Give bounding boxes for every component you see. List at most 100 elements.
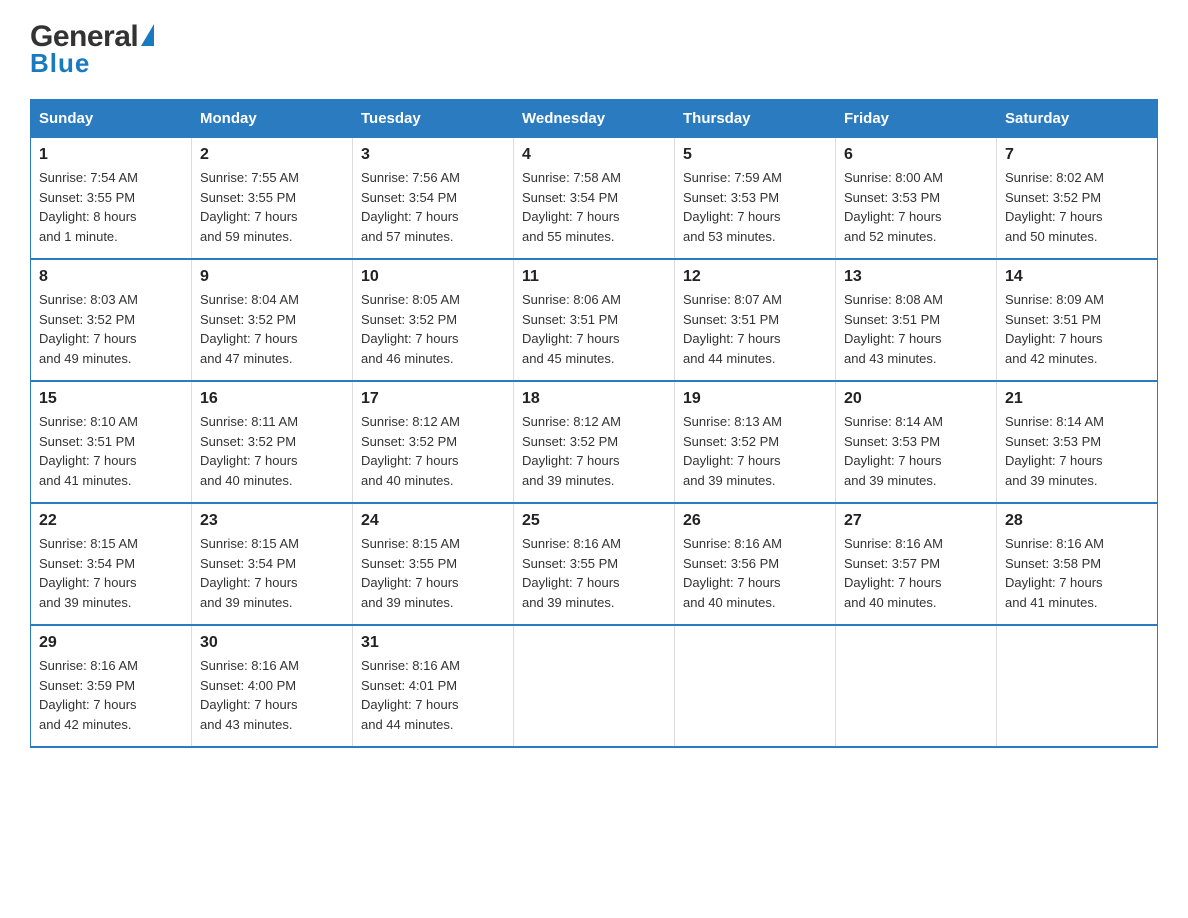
calendar-cell: 25 Sunrise: 8:16 AMSunset: 3:55 PMDaylig… [514, 503, 675, 625]
day-info: Sunrise: 8:11 AMSunset: 3:52 PMDaylight:… [200, 412, 344, 490]
day-number: 5 [683, 146, 827, 164]
calendar-cell: 19 Sunrise: 8:13 AMSunset: 3:52 PMDaylig… [675, 381, 836, 503]
logo-blue-text: Blue [30, 48, 90, 79]
calendar-cell: 13 Sunrise: 8:08 AMSunset: 3:51 PMDaylig… [836, 259, 997, 381]
calendar-cell: 27 Sunrise: 8:16 AMSunset: 3:57 PMDaylig… [836, 503, 997, 625]
calendar-cell: 31 Sunrise: 8:16 AMSunset: 4:01 PMDaylig… [353, 625, 514, 747]
day-info: Sunrise: 8:16 AMSunset: 3:59 PMDaylight:… [39, 656, 183, 734]
day-info: Sunrise: 8:07 AMSunset: 3:51 PMDaylight:… [683, 290, 827, 368]
calendar-cell: 17 Sunrise: 8:12 AMSunset: 3:52 PMDaylig… [353, 381, 514, 503]
calendar-cell: 24 Sunrise: 8:15 AMSunset: 3:55 PMDaylig… [353, 503, 514, 625]
calendar-cell: 5 Sunrise: 7:59 AMSunset: 3:53 PMDayligh… [675, 138, 836, 260]
column-header-saturday: Saturday [997, 100, 1158, 138]
calendar-cell: 28 Sunrise: 8:16 AMSunset: 3:58 PMDaylig… [997, 503, 1158, 625]
day-info: Sunrise: 8:12 AMSunset: 3:52 PMDaylight:… [361, 412, 505, 490]
day-number: 13 [844, 268, 988, 286]
day-info: Sunrise: 7:59 AMSunset: 3:53 PMDaylight:… [683, 168, 827, 246]
day-number: 2 [200, 146, 344, 164]
day-number: 16 [200, 390, 344, 408]
day-number: 6 [844, 146, 988, 164]
calendar-cell: 8 Sunrise: 8:03 AMSunset: 3:52 PMDayligh… [31, 259, 192, 381]
day-info: Sunrise: 8:04 AMSunset: 3:52 PMDaylight:… [200, 290, 344, 368]
calendar-week-row: 29 Sunrise: 8:16 AMSunset: 3:59 PMDaylig… [31, 625, 1158, 747]
calendar-cell: 10 Sunrise: 8:05 AMSunset: 3:52 PMDaylig… [353, 259, 514, 381]
calendar-cell: 18 Sunrise: 8:12 AMSunset: 3:52 PMDaylig… [514, 381, 675, 503]
day-number: 18 [522, 390, 666, 408]
calendar-cell: 1 Sunrise: 7:54 AMSunset: 3:55 PMDayligh… [31, 138, 192, 260]
calendar-cell: 14 Sunrise: 8:09 AMSunset: 3:51 PMDaylig… [997, 259, 1158, 381]
day-info: Sunrise: 8:16 AMSunset: 3:58 PMDaylight:… [1005, 534, 1149, 612]
calendar-cell [675, 625, 836, 747]
day-number: 24 [361, 512, 505, 530]
day-number: 3 [361, 146, 505, 164]
day-info: Sunrise: 8:16 AMSunset: 3:55 PMDaylight:… [522, 534, 666, 612]
calendar-cell [514, 625, 675, 747]
day-number: 14 [1005, 268, 1149, 286]
day-info: Sunrise: 8:16 AMSunset: 3:57 PMDaylight:… [844, 534, 988, 612]
day-number: 25 [522, 512, 666, 530]
day-info: Sunrise: 8:03 AMSunset: 3:52 PMDaylight:… [39, 290, 183, 368]
day-info: Sunrise: 7:58 AMSunset: 3:54 PMDaylight:… [522, 168, 666, 246]
day-info: Sunrise: 8:09 AMSunset: 3:51 PMDaylight:… [1005, 290, 1149, 368]
calendar-cell: 2 Sunrise: 7:55 AMSunset: 3:55 PMDayligh… [192, 138, 353, 260]
day-number: 26 [683, 512, 827, 530]
day-number: 28 [1005, 512, 1149, 530]
calendar-cell: 22 Sunrise: 8:15 AMSunset: 3:54 PMDaylig… [31, 503, 192, 625]
day-info: Sunrise: 8:05 AMSunset: 3:52 PMDaylight:… [361, 290, 505, 368]
calendar-cell: 9 Sunrise: 8:04 AMSunset: 3:52 PMDayligh… [192, 259, 353, 381]
calendar-cell: 20 Sunrise: 8:14 AMSunset: 3:53 PMDaylig… [836, 381, 997, 503]
day-info: Sunrise: 8:15 AMSunset: 3:54 PMDaylight:… [200, 534, 344, 612]
day-number: 1 [39, 146, 183, 164]
day-info: Sunrise: 7:54 AMSunset: 3:55 PMDaylight:… [39, 168, 183, 246]
calendar-cell: 15 Sunrise: 8:10 AMSunset: 3:51 PMDaylig… [31, 381, 192, 503]
calendar-cell: 3 Sunrise: 7:56 AMSunset: 3:54 PMDayligh… [353, 138, 514, 260]
calendar-header-row: SundayMondayTuesdayWednesdayThursdayFrid… [31, 100, 1158, 138]
calendar-cell: 26 Sunrise: 8:16 AMSunset: 3:56 PMDaylig… [675, 503, 836, 625]
day-number: 22 [39, 512, 183, 530]
day-info: Sunrise: 8:15 AMSunset: 3:54 PMDaylight:… [39, 534, 183, 612]
logo: General Blue [30, 20, 154, 79]
day-number: 23 [200, 512, 344, 530]
day-number: 29 [39, 634, 183, 652]
day-number: 19 [683, 390, 827, 408]
day-info: Sunrise: 8:10 AMSunset: 3:51 PMDaylight:… [39, 412, 183, 490]
day-number: 9 [200, 268, 344, 286]
calendar-cell: 23 Sunrise: 8:15 AMSunset: 3:54 PMDaylig… [192, 503, 353, 625]
calendar-cell: 21 Sunrise: 8:14 AMSunset: 3:53 PMDaylig… [997, 381, 1158, 503]
calendar-cell: 11 Sunrise: 8:06 AMSunset: 3:51 PMDaylig… [514, 259, 675, 381]
page-header: General Blue [30, 20, 1158, 79]
calendar-cell: 4 Sunrise: 7:58 AMSunset: 3:54 PMDayligh… [514, 138, 675, 260]
day-number: 4 [522, 146, 666, 164]
column-header-friday: Friday [836, 100, 997, 138]
calendar-cell: 6 Sunrise: 8:00 AMSunset: 3:53 PMDayligh… [836, 138, 997, 260]
day-info: Sunrise: 8:16 AMSunset: 4:01 PMDaylight:… [361, 656, 505, 734]
day-number: 12 [683, 268, 827, 286]
calendar-cell [997, 625, 1158, 747]
day-info: Sunrise: 8:12 AMSunset: 3:52 PMDaylight:… [522, 412, 666, 490]
column-header-thursday: Thursday [675, 100, 836, 138]
calendar-week-row: 15 Sunrise: 8:10 AMSunset: 3:51 PMDaylig… [31, 381, 1158, 503]
calendar-week-row: 22 Sunrise: 8:15 AMSunset: 3:54 PMDaylig… [31, 503, 1158, 625]
column-header-sunday: Sunday [31, 100, 192, 138]
calendar-cell: 12 Sunrise: 8:07 AMSunset: 3:51 PMDaylig… [675, 259, 836, 381]
day-info: Sunrise: 8:14 AMSunset: 3:53 PMDaylight:… [844, 412, 988, 490]
day-number: 11 [522, 268, 666, 286]
day-number: 17 [361, 390, 505, 408]
calendar-week-row: 1 Sunrise: 7:54 AMSunset: 3:55 PMDayligh… [31, 138, 1158, 260]
day-info: Sunrise: 8:14 AMSunset: 3:53 PMDaylight:… [1005, 412, 1149, 490]
day-info: Sunrise: 8:13 AMSunset: 3:52 PMDaylight:… [683, 412, 827, 490]
calendar-table: SundayMondayTuesdayWednesdayThursdayFrid… [30, 99, 1158, 748]
day-number: 20 [844, 390, 988, 408]
day-info: Sunrise: 7:55 AMSunset: 3:55 PMDaylight:… [200, 168, 344, 246]
calendar-week-row: 8 Sunrise: 8:03 AMSunset: 3:52 PMDayligh… [31, 259, 1158, 381]
day-info: Sunrise: 8:16 AMSunset: 4:00 PMDaylight:… [200, 656, 344, 734]
calendar-cell: 30 Sunrise: 8:16 AMSunset: 4:00 PMDaylig… [192, 625, 353, 747]
day-info: Sunrise: 8:16 AMSunset: 3:56 PMDaylight:… [683, 534, 827, 612]
day-number: 8 [39, 268, 183, 286]
day-info: Sunrise: 8:15 AMSunset: 3:55 PMDaylight:… [361, 534, 505, 612]
calendar-cell: 29 Sunrise: 8:16 AMSunset: 3:59 PMDaylig… [31, 625, 192, 747]
day-info: Sunrise: 8:08 AMSunset: 3:51 PMDaylight:… [844, 290, 988, 368]
day-number: 31 [361, 634, 505, 652]
logo-triangle-icon [141, 24, 154, 46]
column-header-tuesday: Tuesday [353, 100, 514, 138]
